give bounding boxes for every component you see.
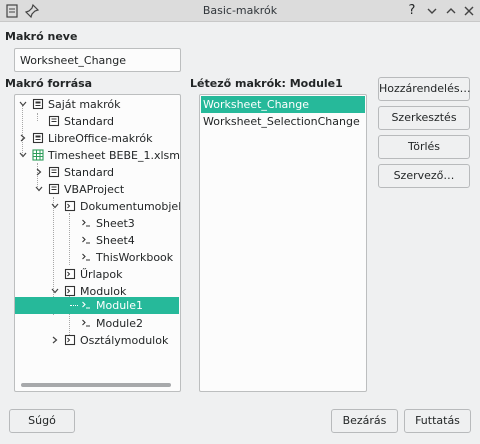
macro-source-tree[interactable]: Saját makrók Standard LibreOffice-makrók…: [14, 94, 181, 392]
delete-button[interactable]: Törlés: [378, 135, 470, 159]
expanded-chevron-icon[interactable]: [18, 99, 28, 109]
tree-item[interactable]: LibreOffice-makrók: [15, 130, 179, 147]
macro-source-label: Makró forrása: [5, 77, 93, 90]
tree-item-label: Sheet3: [96, 217, 135, 230]
basic-library-icon: [48, 115, 60, 127]
tree-item[interactable]: ThisWorkbook: [15, 249, 179, 266]
minimize-icon[interactable]: [424, 3, 440, 19]
close-icon[interactable]: [461, 3, 477, 19]
tree-item[interactable]: Standard: [15, 113, 179, 130]
maximize-icon[interactable]: [443, 3, 459, 19]
horizontal-scrollbar[interactable]: [21, 383, 171, 387]
tree-item-label: Saját makrók: [48, 98, 121, 111]
assign-button[interactable]: Hozzárendelés…: [378, 77, 471, 101]
edit-button[interactable]: Szerkesztés: [378, 106, 470, 130]
module-icon: [80, 217, 92, 229]
module-icon: [64, 268, 76, 280]
existing-macros-label: Létező makrók: Module1: [190, 77, 343, 90]
tree-item-label: Module1: [96, 299, 143, 312]
tree-item[interactable]: Module2: [15, 315, 179, 332]
tree-item-label: Standard: [64, 166, 115, 179]
tree-item-label: Sheet4: [96, 234, 135, 247]
macro-name-input[interactable]: Worksheet_Change: [14, 48, 181, 72]
tree-item[interactable]: Sheet4: [15, 232, 179, 249]
run-button[interactable]: Futtatás: [404, 409, 471, 433]
module-icon: [80, 299, 92, 311]
tree-item[interactable]: VBAProject: [15, 181, 179, 198]
module-icon: [64, 334, 76, 346]
tree-item-label: ThisWorkbook: [96, 251, 174, 264]
container-icon: [32, 98, 44, 110]
tree-item[interactable]: Saját makrók: [15, 96, 179, 113]
spreadsheet-icon: [32, 149, 44, 161]
tree-item-label: Osztálymodulok: [80, 334, 169, 347]
module-icon: [64, 285, 76, 297]
macro-name-label: Makró neve: [5, 30, 78, 43]
expanded-chevron-icon[interactable]: [50, 286, 60, 296]
module-icon: [80, 251, 92, 263]
container-icon: [32, 132, 44, 144]
close-button[interactable]: Bezárás: [331, 409, 398, 433]
expanded-chevron-icon[interactable]: [34, 184, 44, 194]
tree-item-label: Űrlapok: [80, 268, 123, 281]
tree-item-label: Standard: [64, 115, 115, 128]
tree-item[interactable]: Űrlapok: [15, 266, 179, 283]
list-item-selected[interactable]: Worksheet_Change: [201, 96, 365, 113]
basic-library-icon: [48, 183, 60, 195]
module-icon: [64, 200, 76, 212]
tree-item[interactable]: Timesheet BEBE_1.xlsm: [15, 147, 180, 164]
tree-item-selected[interactable]: Module1: [15, 297, 179, 314]
tree-item-label: Module2: [96, 317, 143, 330]
collapsed-chevron-icon[interactable]: [34, 167, 44, 177]
list-item[interactable]: Worksheet_SelectionChange: [201, 113, 365, 130]
tree-item-label: VBAProject: [64, 183, 125, 196]
basic-library-icon: [48, 166, 60, 178]
tree-item-label: Dokumentumobjektumok: [80, 200, 180, 213]
expanded-chevron-icon[interactable]: [50, 201, 60, 211]
help-icon[interactable]: ?: [404, 3, 420, 19]
existing-macros-list[interactable]: Worksheet_Change Worksheet_SelectionChan…: [199, 94, 367, 392]
tree-item[interactable]: Standard: [15, 164, 179, 181]
tree-item-label: LibreOffice-makrók: [48, 132, 153, 145]
title-bar: Basic-makrók ?: [0, 0, 480, 22]
collapsed-chevron-icon[interactable]: [50, 335, 60, 345]
tree-item[interactable]: Sheet3: [15, 215, 179, 232]
tree-item[interactable]: Dokumentumobjektumok: [15, 198, 180, 215]
expanded-chevron-icon[interactable]: [18, 150, 28, 160]
organizer-button[interactable]: Szervező…: [378, 164, 470, 188]
tree-item-label: Timesheet BEBE_1.xlsm: [48, 149, 180, 162]
module-icon: [80, 317, 92, 329]
help-button[interactable]: Súgó: [9, 409, 75, 433]
tree-item[interactable]: Osztálymodulok: [15, 332, 179, 349]
module-icon: [80, 234, 92, 246]
collapsed-chevron-icon[interactable]: [18, 133, 28, 143]
